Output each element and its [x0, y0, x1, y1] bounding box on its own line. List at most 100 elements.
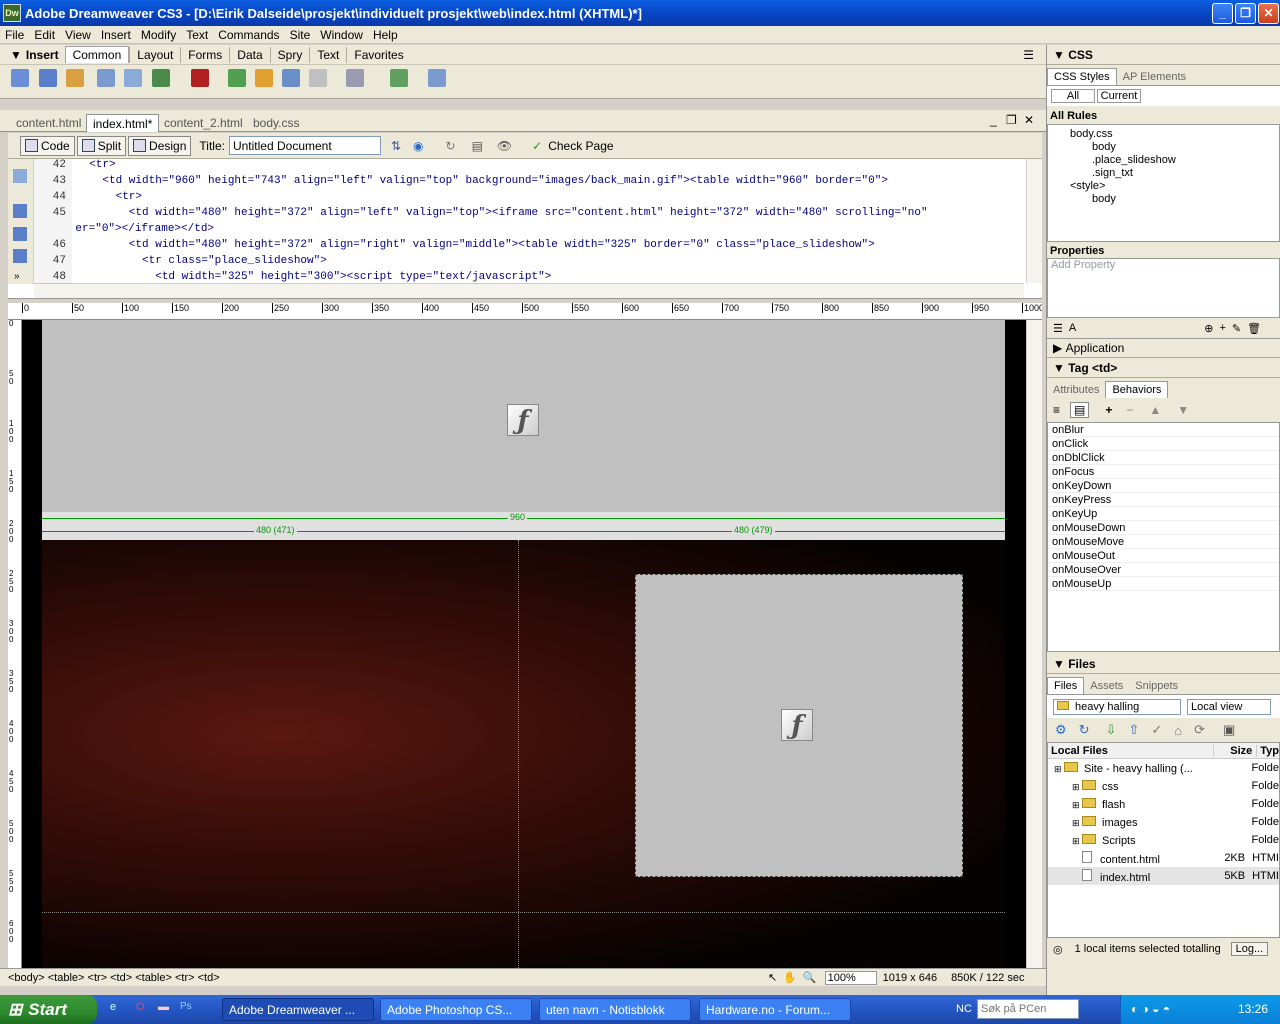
- table-width-label[interactable]: 960: [508, 512, 528, 522]
- head-icon[interactable]: [309, 69, 327, 87]
- file-management-icon[interactable]: ⇅: [391, 139, 401, 153]
- task-photoshop[interactable]: Adobe Photoshop CS...: [380, 998, 532, 1021]
- new-rule-icon[interactable]: +: [1219, 322, 1225, 334]
- window-size[interactable]: 1019 x 646: [883, 972, 937, 984]
- get-files-icon[interactable]: ⇩: [1106, 722, 1117, 738]
- close-button[interactable]: ✕: [1258, 3, 1279, 24]
- task-notepad[interactable]: uten navn - Notisblokk: [539, 998, 691, 1021]
- design-vertical-scrollbar[interactable]: [1026, 320, 1042, 968]
- slideshow-flash-placeholder[interactable]: ƒ: [635, 574, 963, 877]
- code-view-button[interactable]: Code: [20, 135, 75, 156]
- table-icon[interactable]: [97, 69, 115, 87]
- tab-behaviors[interactable]: Behaviors: [1105, 381, 1169, 398]
- file-row[interactable]: content.html 2KB HTMI: [1048, 849, 1279, 867]
- event-row[interactable]: onFocus: [1048, 465, 1279, 479]
- css-rules-tree[interactable]: body.css body .place_slideshow .sign_txt…: [1047, 124, 1280, 242]
- log-button[interactable]: Log...: [1230, 942, 1269, 956]
- open-documents-icon[interactable]: [13, 169, 27, 183]
- validate-markup-icon[interactable]: ✓: [532, 139, 542, 153]
- show-category-icon[interactable]: ☰: [1053, 322, 1063, 335]
- select-tool-icon[interactable]: ↖: [768, 971, 777, 984]
- email-link-icon[interactable]: [39, 69, 57, 87]
- tab-forms[interactable]: Forms: [180, 46, 229, 63]
- attach-style-icon[interactable]: ⊕: [1204, 322, 1213, 335]
- refresh-files-icon[interactable]: ↻: [1079, 722, 1090, 738]
- tag-chooser-icon[interactable]: [428, 69, 446, 87]
- sort-az-icon[interactable]: A: [1069, 322, 1076, 334]
- design-view-button[interactable]: Design: [128, 135, 192, 156]
- expand-icon[interactable]: ⊞: [1072, 782, 1082, 793]
- event-row[interactable]: onKeyDown: [1048, 479, 1279, 493]
- media-icon[interactable]: [191, 69, 209, 87]
- tab-layout[interactable]: Layout: [129, 46, 180, 63]
- tag-selector[interactable]: <body> <table> <tr> <td> <table> <tr> <t…: [8, 972, 748, 984]
- col-local-files[interactable]: Local Files: [1048, 745, 1213, 757]
- preview-browser-icon[interactable]: ◉: [413, 139, 423, 153]
- rule-item[interactable]: <style>: [1052, 180, 1275, 193]
- css-panel-header[interactable]: ▼ CSS: [1047, 45, 1280, 65]
- view-select[interactable]: Local view: [1187, 698, 1271, 715]
- hand-tool-icon[interactable]: ✋: [783, 971, 797, 984]
- menu-site[interactable]: Site: [285, 28, 316, 42]
- tab-snippets[interactable]: Snippets: [1129, 678, 1184, 694]
- tab-assets[interactable]: Assets: [1084, 678, 1129, 694]
- view-options-icon[interactable]: ▤: [472, 139, 483, 153]
- visual-aids-icon[interactable]: 👁: [497, 139, 512, 153]
- doc-close-icon[interactable]: ✕: [1024, 113, 1034, 127]
- collapse-selection-icon[interactable]: [13, 227, 27, 241]
- menu-edit[interactable]: Edit: [29, 28, 60, 42]
- date-icon[interactable]: [228, 69, 246, 87]
- menu-file[interactable]: File: [0, 28, 29, 42]
- expand-all-icon[interactable]: [13, 249, 27, 263]
- server-side-include-icon[interactable]: [255, 69, 273, 87]
- event-row[interactable]: onMouseOver: [1048, 563, 1279, 577]
- event-row[interactable]: onBlur: [1048, 423, 1279, 437]
- tab-favorites[interactable]: Favorites: [346, 46, 410, 63]
- add-behavior-icon[interactable]: +: [1105, 403, 1112, 417]
- ie-quicklaunch-icon[interactable]: e: [110, 1001, 116, 1013]
- local-files-tree[interactable]: Local Files Size Typ ⊞ Site - heavy halli…: [1047, 742, 1280, 938]
- event-row[interactable]: onMouseDown: [1048, 521, 1279, 535]
- restore-button[interactable]: ❐: [1235, 3, 1256, 24]
- code-editor[interactable]: <tr> <td width="960" height="743" align=…: [76, 159, 1026, 284]
- tray-icons[interactable]: ◐ ◑ ◒ ◓: [1131, 1002, 1170, 1016]
- task-dreamweaver[interactable]: Adobe Dreamweaver ...: [222, 998, 374, 1021]
- menu-modify[interactable]: Modify: [136, 28, 181, 42]
- event-row[interactable]: onDblClick: [1048, 451, 1279, 465]
- panel-options-icon[interactable]: ☰: [1023, 48, 1034, 62]
- collapse-arrow-icon[interactable]: ▼: [10, 48, 22, 62]
- menu-insert[interactable]: Insert: [96, 28, 136, 42]
- app-quicklaunch-icon[interactable]: ▬: [158, 1001, 169, 1013]
- code-view[interactable]: » 42 43 44 45 46 47 48 <tr> <td width="9…: [8, 159, 1042, 299]
- move-down-icon[interactable]: ▼: [1177, 403, 1189, 417]
- tab-index-html[interactable]: index.html*: [86, 114, 160, 132]
- tab-spry[interactable]: Spry: [269, 46, 310, 63]
- current-mode-button[interactable]: Current: [1097, 89, 1141, 103]
- rule-item[interactable]: body: [1052, 141, 1275, 154]
- script-icon[interactable]: [346, 69, 364, 87]
- synchronize-icon[interactable]: ⟳: [1194, 722, 1205, 738]
- tab-content-html[interactable]: content.html: [10, 114, 87, 132]
- application-panel-header[interactable]: ▶ Application: [1047, 338, 1280, 358]
- language-indicator[interactable]: NC: [956, 1003, 972, 1015]
- code-vertical-scrollbar[interactable]: [1026, 159, 1042, 283]
- event-row[interactable]: onKeyUp: [1048, 507, 1279, 521]
- file-row[interactable]: ⊞ Site - heavy halling (... Folde: [1048, 759, 1279, 777]
- rule-item[interactable]: body.css: [1052, 128, 1275, 141]
- tab-ap-elements[interactable]: AP Elements: [1117, 69, 1192, 85]
- expand-icon[interactable]: ⊞: [1054, 764, 1064, 775]
- image-icon[interactable]: [152, 69, 170, 87]
- put-files-icon[interactable]: ⇧: [1128, 722, 1139, 738]
- check-page-button[interactable]: Check Page: [548, 139, 613, 153]
- right-column-width[interactable]: 480 (479): [732, 525, 775, 535]
- zoom-tool-icon[interactable]: 🔍: [803, 971, 817, 984]
- add-property-link[interactable]: Add Property: [1047, 258, 1280, 318]
- menu-window[interactable]: Window: [315, 28, 368, 42]
- all-mode-button[interactable]: All: [1051, 89, 1095, 103]
- left-column-width[interactable]: 480 (471): [254, 525, 297, 535]
- show-set-events-icon[interactable]: ≡: [1053, 403, 1060, 417]
- tab-data[interactable]: Data: [229, 46, 269, 63]
- event-row[interactable]: onMouseOut: [1048, 549, 1279, 563]
- tab-attributes[interactable]: Attributes: [1047, 382, 1105, 398]
- edit-style-icon[interactable]: ✎: [1232, 322, 1241, 335]
